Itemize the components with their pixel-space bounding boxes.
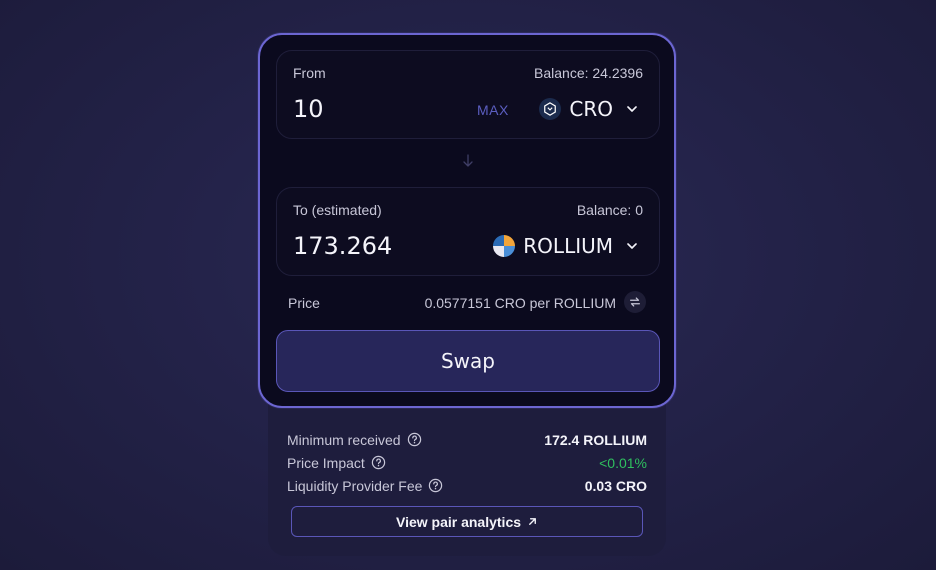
price-impact-label: Price Impact (287, 454, 365, 471)
price-label: Price (288, 295, 320, 311)
invert-price-button[interactable] (624, 291, 646, 313)
arrow-down-icon[interactable] (462, 154, 474, 168)
price-impact-value: <0.01% (599, 454, 647, 471)
from-token-select[interactable]: CRO (539, 95, 639, 123)
from-balance: Balance: 24.2396 (534, 65, 643, 81)
minimum-received-label: Minimum received (287, 431, 401, 448)
price-value: 0.0577151 CRO per ROLLIUM (424, 295, 616, 311)
trade-details-panel: Minimum received 172.4 ROLLIUM Price Imp… (268, 396, 666, 556)
to-token-select[interactable]: ROLLIUM (493, 232, 639, 260)
swap-arrows-icon (630, 297, 640, 307)
to-amount-input[interactable]: 173.264 (293, 232, 392, 260)
lp-fee-value: 0.03 CRO (584, 477, 647, 494)
to-panel: To (estimated) Balance: 0 173.264 ROLLIU… (276, 187, 660, 276)
cro-logo-icon (539, 98, 562, 120)
from-amount-input[interactable]: 10 (293, 95, 324, 123)
minimum-received-value: 172.4 ROLLIUM (544, 431, 647, 448)
to-label: To (estimated) (293, 202, 382, 218)
rollium-logo-icon (493, 235, 516, 257)
to-balance: Balance: 0 (576, 202, 643, 218)
view-pair-analytics-button[interactable]: View pair analytics (291, 506, 643, 537)
help-icon[interactable] (407, 432, 422, 447)
view-pair-analytics-label: View pair analytics (395, 513, 522, 530)
swap-button[interactable]: Swap (276, 330, 660, 392)
from-token-name: CRO (569, 97, 613, 121)
external-arrow-icon (529, 518, 536, 525)
from-label: From (293, 65, 326, 81)
swap-card: From Balance: 24.2396 10 MAX CRO To (est… (258, 33, 676, 408)
to-token-name: ROLLIUM (523, 234, 613, 258)
from-panel: From Balance: 24.2396 10 MAX CRO (276, 50, 660, 139)
detail-row-price-impact: Price Impact <0.01% (287, 451, 647, 474)
max-button[interactable]: MAX (477, 102, 509, 118)
help-icon[interactable] (371, 455, 386, 470)
help-icon[interactable] (428, 478, 443, 493)
lp-fee-label: Liquidity Provider Fee (287, 477, 423, 494)
detail-row-lp-fee: Liquidity Provider Fee 0.03 CRO (287, 474, 647, 497)
chevron-down-icon (627, 243, 637, 249)
detail-row-minimum-received: Minimum received 172.4 ROLLIUM (287, 428, 647, 451)
chevron-down-icon (627, 106, 637, 112)
